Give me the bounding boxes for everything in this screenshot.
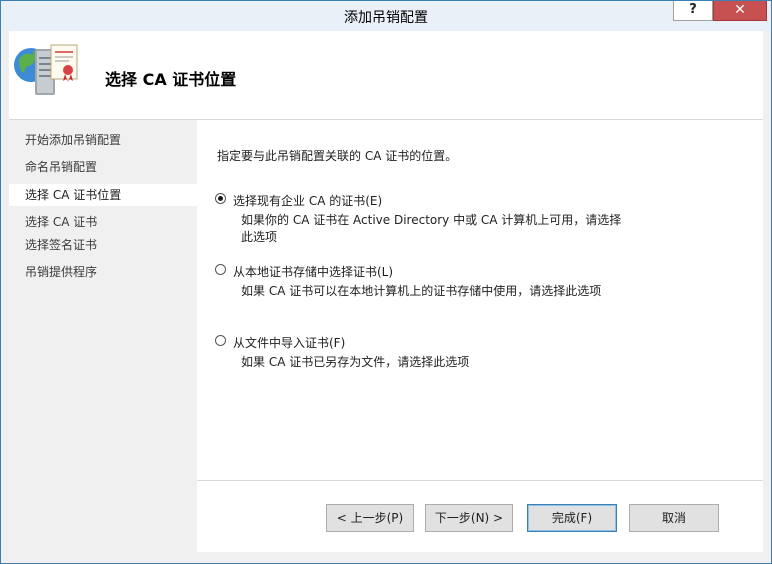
nav-item-select-ca-cert[interactable]: 选择 CA 证书 [9, 211, 197, 233]
finish-button[interactable]: 完成(F) [527, 504, 617, 532]
cancel-button[interactable]: 取消 [629, 504, 719, 532]
option-local-store-desc-line1: 如果 CA 证书可以在本地计算机上的证书存储中使用，请选择此选项 [241, 284, 602, 298]
button-divider [197, 480, 763, 481]
back-button[interactable]: < 上一步(P) [326, 504, 414, 532]
content-panel: 指定要与此吊销配置关联的 CA 证书的位置。 选择现有企业 CA 的证书(E) … [197, 120, 763, 552]
option-import-file-desc: 如果 CA 证书已另存为文件，请选择此选项 [241, 354, 661, 371]
nav-item-revocation-provider[interactable]: 吊销提供程序 [9, 261, 197, 283]
option-import-file-label[interactable]: 从文件中导入证书(F) [233, 334, 345, 351]
option-import-file-desc-line1: 如果 CA 证书已另存为文件，请选择此选项 [241, 355, 470, 369]
option-local-store-desc: 如果 CA 证书可以在本地计算机上的证书存储中使用，请选择此选项 [241, 283, 661, 300]
option-enterprise-ca-label[interactable]: 选择现有企业 CA 的证书(E) [233, 192, 382, 209]
window-title: 添加吊销配置 [344, 10, 428, 26]
next-button[interactable]: 下一步(N) > [425, 504, 513, 532]
wizard-header: 选择 CA 证书位置 [9, 31, 763, 120]
nav-item-name-config[interactable]: 命名吊销配置 [9, 156, 197, 178]
nav-item-ca-location[interactable]: 选择 CA 证书位置 [9, 184, 197, 206]
option-enterprise-ca-desc-line1: 如果你的 CA 证书在 Active Directory 中或 CA 计算机上可… [241, 213, 622, 227]
page-description: 指定要与此吊销配置关联的 CA 证书的位置。 [217, 149, 458, 163]
option-enterprise-ca-desc-line2: 此选项 [241, 230, 278, 244]
wizard-nav: 开始添加吊销配置 命名吊销配置 选择 CA 证书位置 选择 CA 证书 选择签名… [9, 120, 197, 552]
nav-item-start[interactable]: 开始添加吊销配置 [9, 129, 197, 151]
radio-import-file[interactable] [215, 335, 226, 346]
title-bar[interactable]: 添加吊销配置 ? ✕ [1, 1, 771, 31]
certificate-server-icon [14, 44, 78, 95]
radio-selected-dot [218, 196, 223, 201]
option-local-store-label[interactable]: 从本地证书存储中选择证书(L) [233, 263, 393, 280]
nav-item-signing-cert[interactable]: 选择签名证书 [9, 234, 197, 256]
radio-enterprise-ca[interactable] [215, 193, 226, 204]
option-enterprise-ca-desc: 如果你的 CA 证书在 Active Directory 中或 CA 计算机上可… [241, 212, 661, 246]
help-button[interactable]: ? [673, 1, 713, 21]
page-title: 选择 CA 证书位置 [105, 70, 237, 89]
radio-local-store[interactable] [215, 264, 226, 275]
wizard-window: 添加吊销配置 ? ✕ 选择 CA 证书位置 开始添加吊销配置 命名吊销配置 选择… [0, 0, 772, 564]
close-button[interactable]: ✕ [713, 1, 767, 21]
